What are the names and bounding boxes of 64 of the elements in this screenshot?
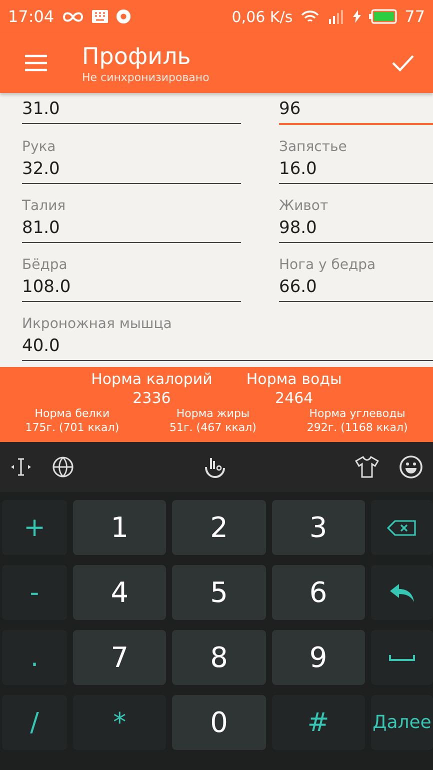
digit-key[interactable]: 9 xyxy=(272,630,365,685)
signal-icon xyxy=(326,10,345,24)
sync-status: Не синхронизировано xyxy=(82,70,210,84)
measurement-input[interactable]: 16.0 xyxy=(279,157,433,184)
macro-value: 292г. (1168 ккал) xyxy=(306,421,408,435)
digit-key[interactable]: 3 xyxy=(272,500,365,555)
digit-key[interactable]: 6 xyxy=(272,565,365,620)
hand-icon[interactable] xyxy=(204,455,226,479)
globe-icon[interactable] xyxy=(52,456,74,478)
measurement-input[interactable]: 81.0 xyxy=(22,216,241,243)
backspace-key[interactable] xyxy=(371,500,433,555)
symbol-key[interactable]: * xyxy=(73,695,166,750)
field-label: Запястье xyxy=(279,138,348,157)
measurement-input[interactable]: 40.0 xyxy=(22,334,433,361)
backspace-icon xyxy=(387,520,417,536)
field-label: Бёдра xyxy=(22,256,68,275)
digit-key[interactable]: 5 xyxy=(172,565,266,620)
digit-key[interactable]: 7 xyxy=(73,630,166,685)
macro-label: Норма углеводы xyxy=(309,407,406,421)
field-label: Рука xyxy=(22,138,57,157)
field-label: Нога у бедра xyxy=(279,256,377,275)
battery-icon xyxy=(368,9,397,24)
cursor-icon[interactable] xyxy=(10,457,32,477)
norm-value: 2336 xyxy=(132,389,171,407)
norm-label: Норма воды xyxy=(246,369,342,389)
field-label: Талия xyxy=(22,197,67,216)
status-time: 17:04 xyxy=(8,7,54,26)
shirt-icon[interactable] xyxy=(355,456,379,478)
keyboard-icon xyxy=(92,10,108,23)
digit-key[interactable]: 1 xyxy=(73,500,166,555)
measurement-input[interactable]: 31.0 xyxy=(22,97,241,124)
macro-value: 51г. (467 ккал) xyxy=(170,421,256,435)
charging-icon xyxy=(352,10,361,23)
enter-icon xyxy=(388,582,416,604)
macro-value: 175г. (701 ккал) xyxy=(25,421,120,435)
macro-label: Норма белки xyxy=(34,407,110,421)
digit-key[interactable]: 8 xyxy=(172,630,266,685)
measurement-input[interactable]: 32.0 xyxy=(22,157,241,184)
measurement-input[interactable]: 96 xyxy=(279,97,433,125)
symbol-key[interactable]: # xyxy=(272,695,365,750)
battery-percent: 77 xyxy=(404,7,425,26)
page-title: Профиль xyxy=(82,42,192,70)
symbol-key[interactable]: - xyxy=(2,565,67,620)
network-speed: 0,06 K/s xyxy=(232,8,293,26)
enter-key[interactable] xyxy=(371,565,433,620)
symbol-key[interactable]: + xyxy=(2,500,67,555)
field-label: Живот xyxy=(279,197,330,216)
next-key[interactable]: Далее xyxy=(371,695,433,750)
measurement-input[interactable]: 66.0 xyxy=(279,275,433,302)
emoji-icon[interactable] xyxy=(399,455,423,479)
infinity-icon xyxy=(62,10,84,22)
digit-key[interactable]: 4 xyxy=(73,565,166,620)
symbol-key[interactable]: / xyxy=(2,695,67,750)
digit-key[interactable]: 2 xyxy=(172,500,266,555)
measurement-input[interactable]: 98.0 xyxy=(279,216,433,243)
wifi-icon xyxy=(300,10,319,24)
macro-label: Норма жиры xyxy=(176,407,250,421)
space-icon xyxy=(389,654,415,662)
norm-label: Норма калорий xyxy=(91,369,212,389)
norm-value: 2464 xyxy=(275,389,314,407)
field-label: Икроножная мышца xyxy=(22,315,173,334)
digit-key[interactable]: 0 xyxy=(172,695,266,750)
symbol-key[interactable]: . xyxy=(2,630,67,685)
measurement-input[interactable]: 108.0 xyxy=(22,275,241,302)
